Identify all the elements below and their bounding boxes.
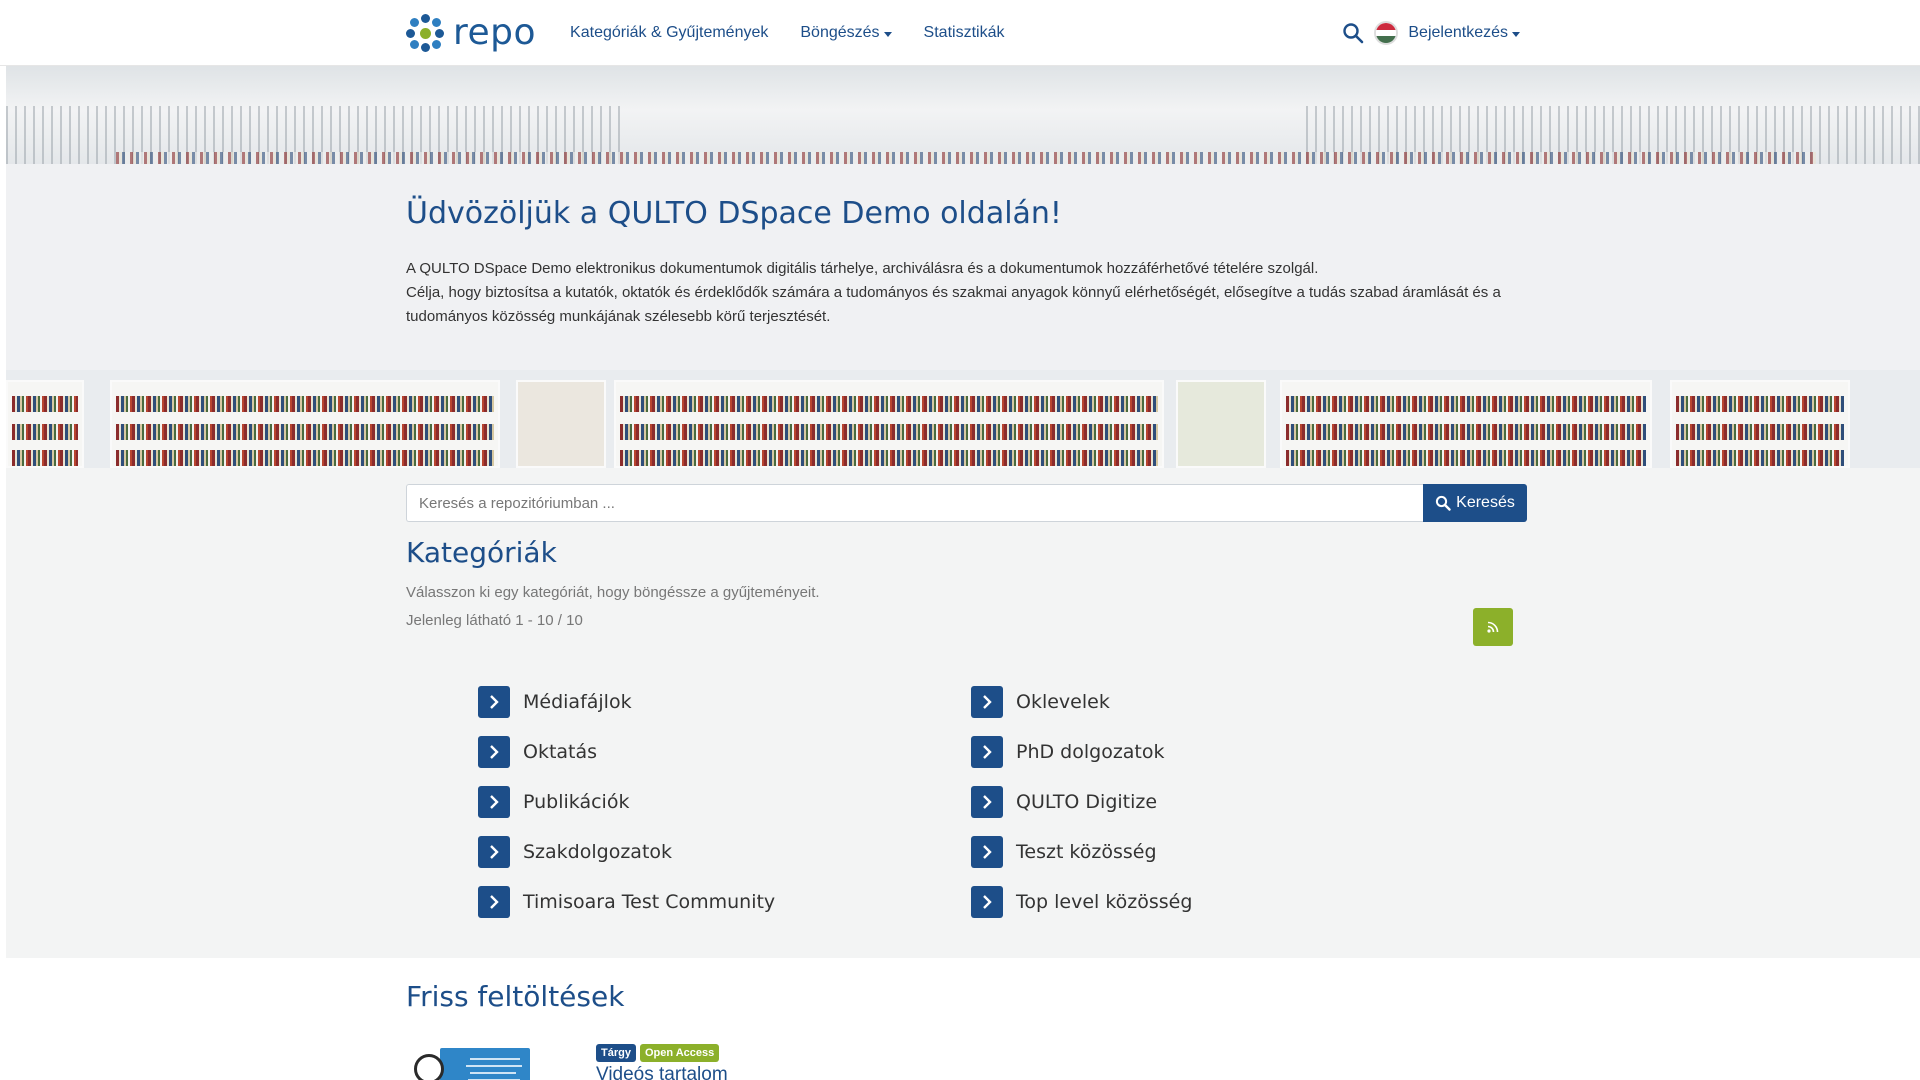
- type-badge: Tárgy: [596, 1044, 636, 1062]
- chevron-right-icon: [478, 836, 510, 868]
- category-label: PhD dolgozatok: [1016, 741, 1165, 763]
- logo-dots-icon: [405, 13, 445, 53]
- category-label: Teszt közösség: [1016, 841, 1157, 863]
- search-button[interactable]: Keresés: [1423, 484, 1527, 522]
- navbar-container: repo Kategóriák & Gyűjtemények Böngészés…: [405, 0, 1520, 66]
- chevron-right-icon: [971, 736, 1003, 768]
- hero-bookshelves: [6, 370, 1920, 468]
- headset-icon: [414, 1054, 444, 1080]
- nav-categories-label: Kategóriák & Gyűjtemények: [570, 24, 769, 41]
- category-label: Publikációk: [523, 791, 630, 813]
- chevron-right-icon: [971, 786, 1003, 818]
- rss-icon: [1487, 621, 1499, 633]
- login-dropdown[interactable]: Bejelentkezés: [1408, 24, 1520, 42]
- logo[interactable]: repo: [405, 13, 536, 53]
- nav-browse-label: Böngészés: [800, 24, 880, 41]
- logo-text: repo: [453, 12, 537, 53]
- item-title-link[interactable]: Videós tartalom: [596, 1064, 728, 1080]
- open-access-badge: Open Access: [639, 1044, 720, 1062]
- hero-banner: Üdvözöljük a QULTO DSpace Demo oldalán! …: [6, 66, 1920, 468]
- nav-browse-dropdown[interactable]: Böngészés: [800, 24, 892, 42]
- hero-intro-line1: A QULTO DSpace Demo elektronikus dokumen…: [406, 260, 1319, 277]
- nav-statistics-label: Statisztikák: [923, 24, 1005, 41]
- chevron-right-icon: [971, 686, 1003, 718]
- main-nav: Kategóriák & Gyűjtemények Böngészés Stat…: [570, 24, 1004, 42]
- category-item[interactable]: Timisoara Test Community: [478, 886, 971, 918]
- recent-uploads-title: Friss feltöltések: [406, 980, 625, 1013]
- search-input[interactable]: [406, 484, 1423, 522]
- categories-subtitle: Válasszon ki egy kategóriát, hogy böngés…: [406, 584, 820, 601]
- hero-background-image: [6, 66, 1920, 164]
- chevron-right-icon: [478, 886, 510, 918]
- categories-count: Jelenleg látható 1 - 10 / 10: [406, 612, 583, 629]
- thumbnail-image: [440, 1048, 530, 1080]
- category-item[interactable]: Publikációk: [478, 786, 971, 818]
- search-button-label: Keresés: [1456, 494, 1515, 511]
- categories-list: Médiafájlok Oklevelek Oktatás PhD dolgoz…: [478, 686, 1478, 918]
- category-item[interactable]: Médiafájlok: [478, 686, 971, 718]
- main-section: Keresés Kategóriák Válasszon ki egy kate…: [6, 468, 1920, 958]
- category-item[interactable]: Oklevelek: [971, 686, 1464, 718]
- chevron-right-icon: [478, 786, 510, 818]
- chevron-right-icon: [478, 686, 510, 718]
- category-item[interactable]: Oktatás: [478, 736, 971, 768]
- nav-categories-collections[interactable]: Kategóriák & Gyűjtemények: [570, 24, 768, 42]
- nav-right: Bejelentkezés: [1342, 21, 1520, 45]
- chevron-right-icon: [971, 836, 1003, 868]
- hero-title: Üdvözöljük a QULTO DSpace Demo oldalán!: [406, 196, 1062, 231]
- category-label: Top level közösség: [1016, 891, 1193, 913]
- hero-intro-line2: Célja, hogy biztosítsa a kutatók, oktató…: [406, 284, 1501, 325]
- hero-content: Üdvözöljük a QULTO DSpace Demo oldalán! …: [406, 196, 1506, 329]
- chevron-right-icon: [478, 736, 510, 768]
- item-thumbnail[interactable]: [410, 1040, 530, 1080]
- caret-down-icon: [883, 31, 892, 37]
- rss-feed-button[interactable]: [1473, 608, 1513, 646]
- category-label: Szakdolgozatok: [523, 841, 673, 863]
- category-item[interactable]: QULTO Digitize: [971, 786, 1464, 818]
- category-item[interactable]: PhD dolgozatok: [971, 736, 1464, 768]
- category-label: QULTO Digitize: [1016, 791, 1158, 813]
- search-icon: [1436, 495, 1451, 511]
- nav-statistics[interactable]: Statisztikák: [924, 24, 1005, 42]
- category-item[interactable]: Szakdolgozatok: [478, 836, 971, 868]
- category-label: Oklevelek: [1016, 691, 1110, 713]
- category-item[interactable]: Top level közösség: [971, 886, 1464, 918]
- category-label: Oktatás: [523, 741, 598, 763]
- categories-title: Kategóriák: [406, 536, 557, 569]
- search-form: Keresés: [406, 484, 1527, 522]
- hungarian-flag-icon[interactable]: [1374, 21, 1399, 45]
- caret-down-icon: [1512, 31, 1520, 37]
- category-label: Timisoara Test Community: [523, 891, 776, 913]
- top-navbar: repo Kategóriák & Gyűjtemények Böngészés…: [0, 0, 1920, 66]
- category-item[interactable]: Teszt közösség: [971, 836, 1464, 868]
- login-label: Bejelentkezés: [1408, 24, 1508, 41]
- search-icon[interactable]: [1342, 22, 1364, 44]
- chevron-right-icon: [971, 886, 1003, 918]
- item-badges: Tárgy Open Access: [596, 1044, 720, 1062]
- category-label: Médiafájlok: [523, 691, 632, 713]
